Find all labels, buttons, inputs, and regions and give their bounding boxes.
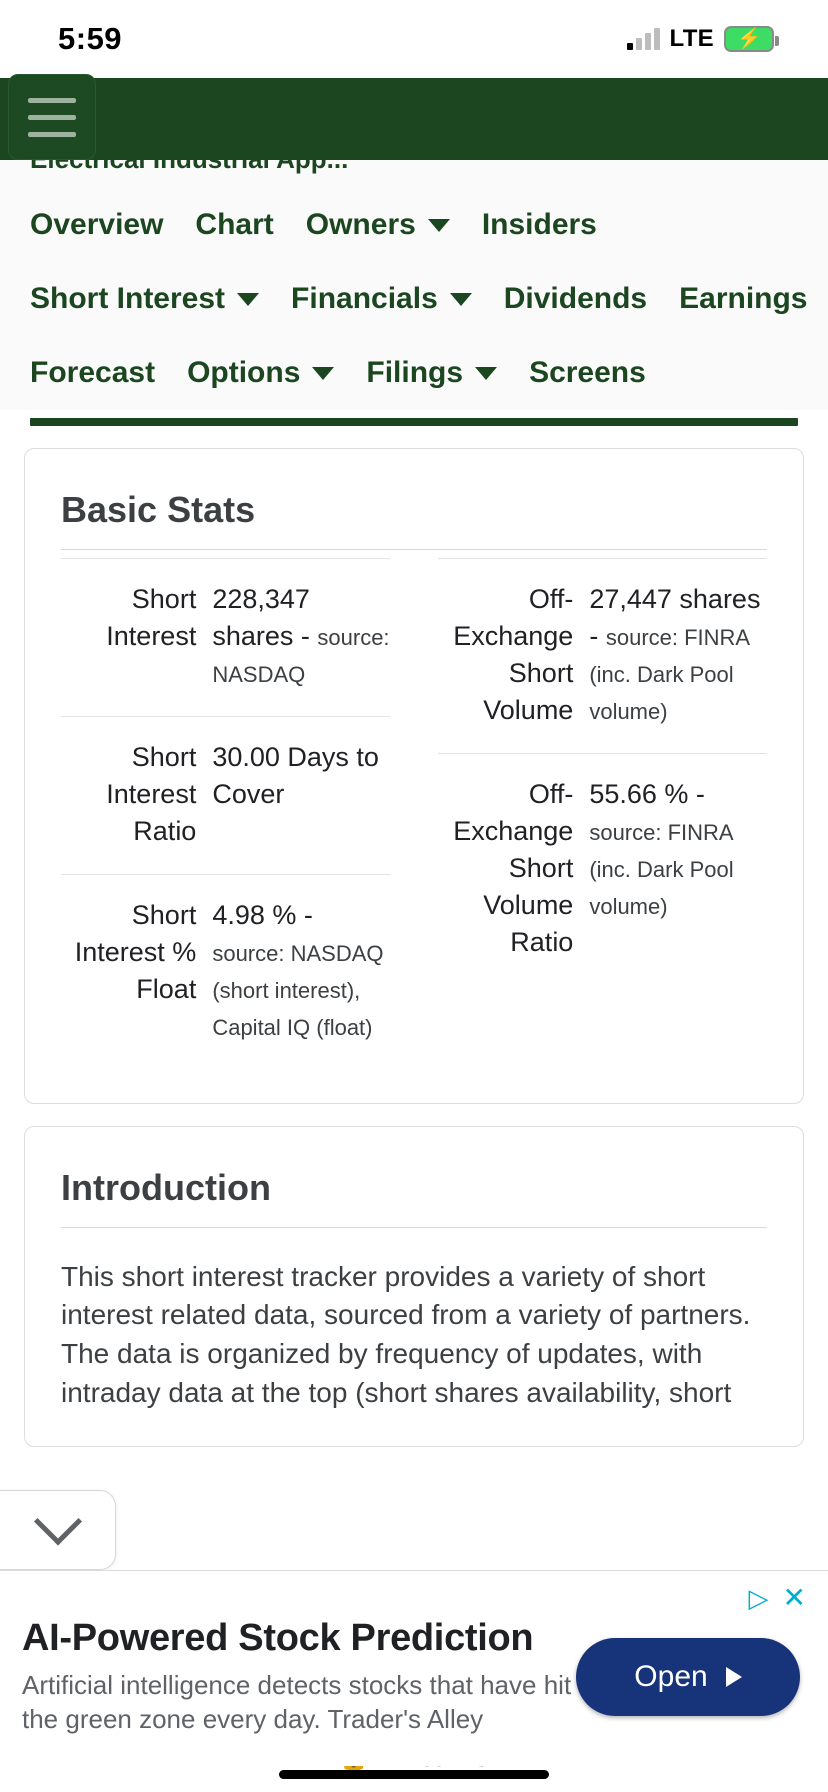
nav-label: Overview	[30, 208, 164, 241]
nav-active-underline	[30, 418, 798, 426]
chevron-down-icon	[427, 218, 450, 232]
nav-label: Forecast	[30, 356, 156, 389]
home-indicator[interactable]	[279, 1770, 549, 1779]
ticker-subtitle-container: Electrical Industrial App...	[0, 160, 828, 178]
nav-item-chart[interactable]: Chart	[195, 208, 273, 242]
nav-item-overview[interactable]: Overview	[30, 208, 163, 242]
nav-label: Owners	[305, 208, 416, 241]
battery-charging-icon: ⚡	[724, 26, 779, 52]
nav-item-filings[interactable]: Filings	[366, 356, 498, 390]
stat-label: Off-Exchange Short Volume Ratio	[453, 778, 574, 957]
play-arrow-icon	[725, 1666, 742, 1687]
cellular-signal-icon	[626, 28, 660, 50]
section-nav: Overview Chart Owners Insiders Short Int…	[0, 178, 828, 410]
stat-value: 228,347 shares - source: NASDAQ	[212, 581, 390, 692]
basic-stats-right-column: Off-Exchange Short Volume 27,447 shares …	[438, 558, 767, 1069]
stat-value-source: source: NASDAQ (short interest), Capital…	[212, 940, 384, 1040]
stat-value-main: 228,347 shares -	[212, 584, 310, 651]
nav-label: Chart	[195, 208, 274, 241]
status-indicators: LTE ⚡	[626, 25, 779, 53]
nav-item-financials[interactable]: Financials	[291, 282, 472, 316]
nav-row-1: Overview Chart Owners Insiders	[30, 188, 798, 262]
nav-label: Dividends	[503, 282, 648, 315]
nav-label: Filings	[366, 356, 464, 389]
app-bar	[0, 74, 828, 160]
stat-value: 55.66 % - source: FINRA (inc. Dark Pool …	[589, 776, 767, 961]
ad-body[interactable]: AI-Powered Stock Prediction Artificial i…	[22, 1617, 806, 1737]
ad-text-block: AI-Powered Stock Prediction Artificial i…	[22, 1617, 576, 1737]
stat-label: Short Interest	[106, 584, 197, 651]
nav-row-2: Short Interest Financials Dividends Earn…	[30, 262, 808, 336]
lightning-bolt-icon: ⚡	[736, 28, 762, 50]
nav-item-screens[interactable]: Screens	[529, 356, 646, 390]
stat-label: Short Interest Ratio	[106, 741, 197, 846]
phone-screen: 5:59 LTE ⚡ Electrical Industrial App... …	[0, 0, 828, 1792]
basic-stats-left-column: Short Interest 228,347 shares - source: …	[61, 558, 390, 1069]
introduction-card: Introduction This short interest tracker…	[24, 1125, 804, 1448]
stat-value-source: source: FINRA (inc. Dark Pool volume)	[589, 624, 749, 724]
page-content: Basic Stats Short Interest 228,347 share…	[0, 448, 828, 1448]
chevron-down-icon	[312, 366, 335, 380]
ad-description: Artificial intelligence detects stocks t…	[22, 1670, 572, 1735]
nav-label: Options	[187, 356, 301, 389]
nav-item-forecast[interactable]: Forecast	[30, 356, 155, 390]
stat-row: Short Interest % Float 4.98 % - source: …	[61, 873, 390, 1069]
divider	[61, 549, 767, 550]
stat-row: Short Interest 228,347 shares - source: …	[61, 558, 390, 716]
nav-label: Screens	[529, 356, 646, 389]
status-bar: 5:59 LTE ⚡	[0, 0, 828, 78]
collapse-panel-button[interactable]	[0, 1490, 116, 1570]
stat-row: Short Interest Ratio 30.00 Days to Cover	[61, 715, 390, 874]
ad-headline: AI-Powered Stock Prediction	[22, 1617, 534, 1659]
nav-item-owners[interactable]: Owners	[306, 208, 450, 242]
stat-value: 30.00 Days to Cover	[212, 739, 390, 850]
divider	[61, 1226, 767, 1228]
nav-item-earnings[interactable]: Earnings	[679, 282, 807, 316]
introduction-title: Introduction	[61, 1166, 271, 1208]
stat-row: Off-Exchange Short Volume Ratio 55.66 % …	[438, 752, 767, 985]
stat-value-main: 55.66 % -	[589, 778, 705, 809]
advertisement-banner: ▷ ✕ AI-Powered Stock Prediction Artifici…	[0, 1570, 828, 1766]
nav-item-dividends[interactable]: Dividends	[504, 282, 647, 316]
nav-item-insiders[interactable]: Insiders	[482, 208, 597, 242]
stat-value-main: 4.98 % -	[212, 899, 313, 930]
adchoices-icon[interactable]: ▷	[749, 1585, 769, 1611]
status-time: 5:59	[58, 21, 123, 56]
stat-value-main: 30.00 Days to Cover	[212, 741, 379, 809]
stat-value-source: source: FINRA (inc. Dark Pool volume)	[589, 819, 734, 919]
basic-stats-card: Basic Stats Short Interest 228,347 share…	[24, 448, 804, 1104]
stat-label: Off-Exchange Short Volume	[453, 584, 574, 725]
stat-value: 4.98 % - source: NASDAQ (short interest)…	[212, 897, 390, 1045]
network-type-label: LTE	[669, 25, 714, 52]
nav-item-short-interest[interactable]: Short Interest	[30, 282, 260, 316]
ad-open-label: Open	[634, 1659, 708, 1693]
chevron-down-icon	[475, 366, 498, 380]
introduction-body: This short interest tracker provides a v…	[61, 1260, 751, 1408]
close-icon[interactable]: ✕	[783, 1584, 806, 1612]
stat-row: Off-Exchange Short Volume 27,447 shares …	[438, 558, 767, 753]
nav-label: Insiders	[481, 208, 597, 241]
ad-open-button[interactable]: Open	[576, 1637, 800, 1716]
basic-stats-title: Basic Stats	[61, 489, 256, 530]
ad-controls: ▷ ✕	[22, 1583, 806, 1613]
stat-value: 27,447 shares - source: FINRA (inc. Dark…	[589, 581, 767, 729]
nav-label: Short Interest	[30, 282, 226, 315]
hamburger-menu-icon[interactable]	[8, 74, 96, 160]
chevron-down-icon	[33, 1497, 82, 1546]
ticker-subtitle: Electrical Industrial App...	[30, 160, 348, 175]
stat-label: Short Interest % Float	[74, 899, 197, 1004]
nav-item-options[interactable]: Options	[187, 356, 335, 390]
nav-label: Earnings	[679, 282, 808, 315]
basic-stats-grid: Short Interest 228,347 shares - source: …	[61, 558, 767, 1069]
chevron-down-icon	[449, 292, 472, 306]
nav-label: Financials	[291, 282, 438, 315]
chevron-down-icon	[237, 292, 260, 306]
nav-row-3: Forecast Options Filings Screens	[30, 336, 798, 410]
